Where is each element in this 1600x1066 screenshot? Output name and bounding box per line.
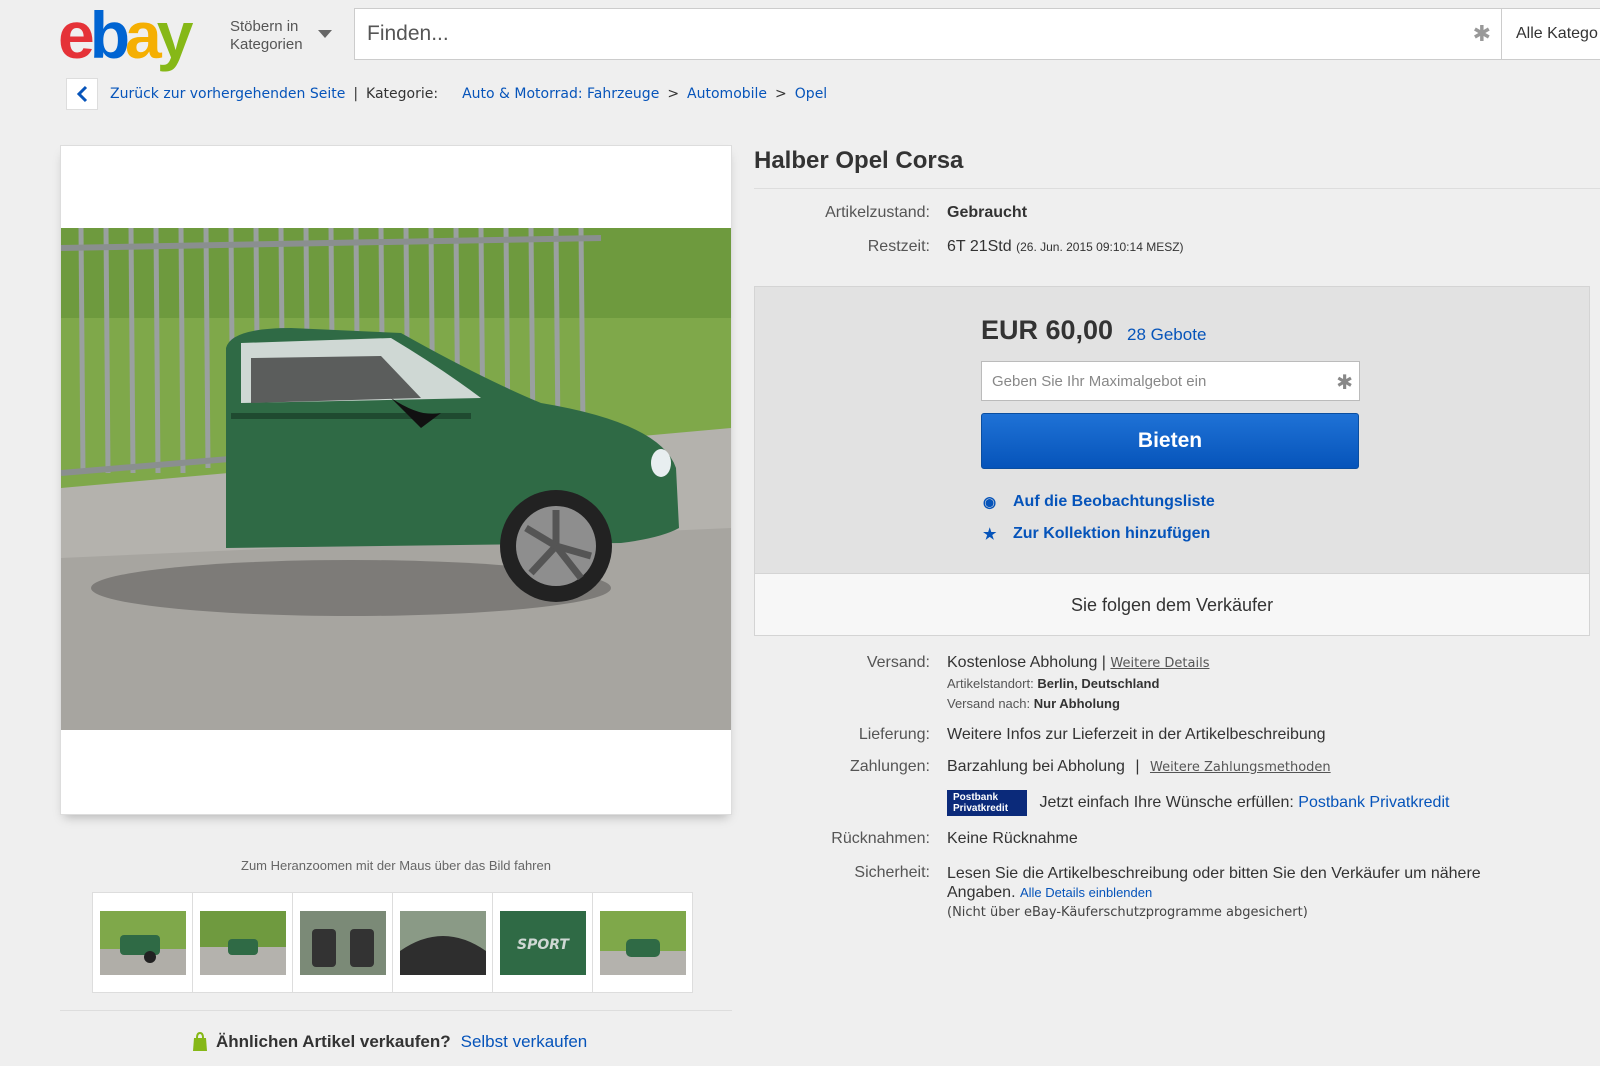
separator: | bbox=[1101, 654, 1106, 671]
browse-label-line2: Kategorien bbox=[230, 36, 303, 53]
location-label: Artikelstandort: bbox=[947, 676, 1034, 691]
thumbnail-car-front-angle-image bbox=[199, 910, 286, 975]
category-label: Kategorie: bbox=[366, 86, 439, 102]
back-link[interactable]: Zurück zur vorhergehenden Seite bbox=[110, 78, 345, 110]
search-box: ✱ bbox=[354, 8, 1502, 60]
security-value-block: Lesen Sie die Artikelbeschreibung oder b… bbox=[947, 864, 1547, 902]
clear-icon[interactable]: ✱ bbox=[1473, 21, 1491, 47]
postbank-text: Jetzt einfach Ihre Wünsche erfüllen: bbox=[1039, 794, 1294, 812]
breadcrumb: Zurück zur vorhergehenden Seite | Katego… bbox=[66, 78, 827, 110]
divider bbox=[60, 1010, 732, 1011]
payment-value-row: Barzahlung bei Abholung | Weitere Zahlun… bbox=[947, 758, 1331, 776]
security-note: (Nicht über eBay-Käuferschutzprogramme a… bbox=[947, 905, 1308, 920]
collection-label: Zur Kollektion hinzufügen bbox=[1013, 525, 1211, 542]
star-icon: ★ bbox=[983, 526, 997, 543]
ship-to-value: Nur Abholung bbox=[1033, 696, 1120, 711]
thumbnail-interior-dash-image bbox=[399, 910, 486, 975]
ebay-logo[interactable]: ebay bbox=[58, 0, 193, 70]
category-select[interactable]: Alle Katego bbox=[1502, 8, 1600, 60]
shopping-bag-icon bbox=[193, 1032, 207, 1051]
thumbnail-5[interactable]: SPORT bbox=[492, 892, 593, 993]
delivery-value: Weitere Infos zur Lieferzeit in der Arti… bbox=[947, 726, 1326, 743]
postbank-logo[interactable]: Postbank Privatkredit bbox=[947, 790, 1027, 816]
thumbnail-interior-seats-image bbox=[299, 910, 386, 975]
watchlist-link[interactable]: ◉ Auf die Beobachtungsliste bbox=[983, 493, 1215, 511]
bids-count-link[interactable]: 28 Gebote bbox=[1127, 325, 1206, 345]
thumbnail-car-front-image bbox=[599, 910, 686, 975]
breadcrumb-separator: | bbox=[353, 86, 359, 102]
max-bid-input[interactable] bbox=[982, 362, 1322, 400]
thumbnail-3[interactable] bbox=[292, 892, 393, 993]
time-left-value: 6T 21Std (26. Jun. 2015 09:10:14 MESZ) bbox=[947, 238, 1184, 256]
thumbnail-strip: SPORT bbox=[92, 892, 693, 993]
max-bid-field: ✱ bbox=[981, 361, 1360, 401]
more-payment-methods-link[interactable]: Weitere Zahlungsmethoden bbox=[1150, 760, 1331, 775]
ship-to-label: Versand nach: bbox=[947, 696, 1031, 711]
breadcrumb-item-automobile[interactable]: Automobile bbox=[687, 78, 767, 110]
thumbnail-car-side-image bbox=[99, 910, 186, 975]
returns-value: Keine Rücknahme bbox=[947, 830, 1078, 847]
shipping-label: Versand: bbox=[866, 654, 930, 671]
shipping-details-link[interactable]: Weitere Details bbox=[1110, 656, 1209, 671]
thumbnail-4[interactable] bbox=[392, 892, 493, 993]
svg-text:SPORT: SPORT bbox=[517, 937, 570, 953]
time-left-detail: (26. Jun. 2015 09:10:14 MESZ) bbox=[1016, 240, 1184, 254]
ships-to: Versand nach: Nur Abholung bbox=[947, 696, 1120, 711]
breadcrumb-item-auto-motorrad[interactable]: Auto & Motorrad: Fahrzeuge bbox=[462, 78, 659, 110]
follow-seller-status[interactable]: Sie folgen dem Verkäufer bbox=[755, 573, 1589, 635]
main-product-image[interactable] bbox=[61, 228, 731, 730]
browse-label-line1: Stöbern in bbox=[230, 18, 299, 35]
security-label: Sicherheit: bbox=[854, 864, 930, 881]
collection-link[interactable]: ★ Zur Kollektion hinzufügen bbox=[983, 525, 1210, 543]
bid-box: EUR 60,00 28 Gebote ✱ Bieten ◉ Auf die B… bbox=[754, 286, 1590, 636]
chevron-left-icon bbox=[76, 85, 88, 103]
location-value: Berlin, Deutschland bbox=[1037, 676, 1160, 691]
time-left-label: Restzeit: bbox=[867, 238, 930, 255]
zoom-hint: Zum Heranzoomen mit der Maus über das Bi… bbox=[241, 858, 551, 873]
divider bbox=[754, 188, 1600, 189]
main-image-panel[interactable] bbox=[60, 145, 732, 815]
item-location: Artikelstandort: Berlin, Deutschland bbox=[947, 676, 1159, 691]
condition-value: Gebraucht bbox=[947, 204, 1028, 221]
sell-question: Ähnlichen Artikel verkaufen? bbox=[216, 1032, 451, 1051]
thumbnail-2[interactable] bbox=[192, 892, 293, 993]
item-title: Halber Opel Corsa bbox=[754, 147, 964, 174]
bid-button[interactable]: Bieten bbox=[981, 413, 1359, 469]
postbank-ad: Postbank Privatkredit Jetzt einfach Ihre… bbox=[947, 790, 1449, 816]
clear-icon[interactable]: ✱ bbox=[1336, 370, 1353, 395]
breadcrumb-item-opel[interactable]: Opel bbox=[795, 78, 827, 110]
watchlist-label: Auf die Beobachtungsliste bbox=[1013, 493, 1215, 510]
shipping-value-row: Kostenlose Abholung | Weitere Details bbox=[947, 654, 1209, 672]
time-left: 6T 21Std bbox=[947, 238, 1012, 255]
all-details-link[interactable]: Alle Details einblenden bbox=[1020, 885, 1152, 900]
browse-categories-button[interactable]: Stöbern in Kategorien bbox=[230, 18, 320, 54]
breadcrumb-arrow: > bbox=[775, 86, 787, 102]
thumbnail-1[interactable] bbox=[92, 892, 193, 993]
back-button[interactable] bbox=[66, 78, 98, 110]
condition-label: Artikelzustand: bbox=[825, 204, 930, 221]
thumbnail-sport-badge-image: SPORT bbox=[499, 910, 586, 975]
eye-icon: ◉ bbox=[983, 494, 997, 511]
postbank-link[interactable]: Postbank Privatkredit bbox=[1298, 794, 1449, 811]
search-input[interactable] bbox=[355, 9, 1435, 59]
payment-value: Barzahlung bei Abholung bbox=[947, 758, 1125, 775]
chevron-down-icon[interactable] bbox=[318, 30, 332, 38]
separator: | bbox=[1135, 758, 1140, 775]
breadcrumb-arrow: > bbox=[667, 86, 680, 102]
current-price: EUR 60,00 bbox=[981, 315, 1114, 345]
payment-label: Zahlungen: bbox=[849, 758, 930, 775]
thumbnail-6[interactable] bbox=[592, 892, 693, 993]
shipping-value: Kostenlose Abholung bbox=[947, 654, 1098, 671]
returns-label: Rücknahmen: bbox=[831, 830, 930, 847]
sell-similar: Ähnlichen Artikel verkaufen? Selbst verk… bbox=[192, 1032, 587, 1052]
header: ebay Stöbern in Kategorien ✱ Alle Katego bbox=[0, 0, 1600, 70]
delivery-label: Lieferung: bbox=[858, 726, 930, 743]
sell-yourself-link[interactable]: Selbst verkaufen bbox=[461, 1032, 588, 1052]
